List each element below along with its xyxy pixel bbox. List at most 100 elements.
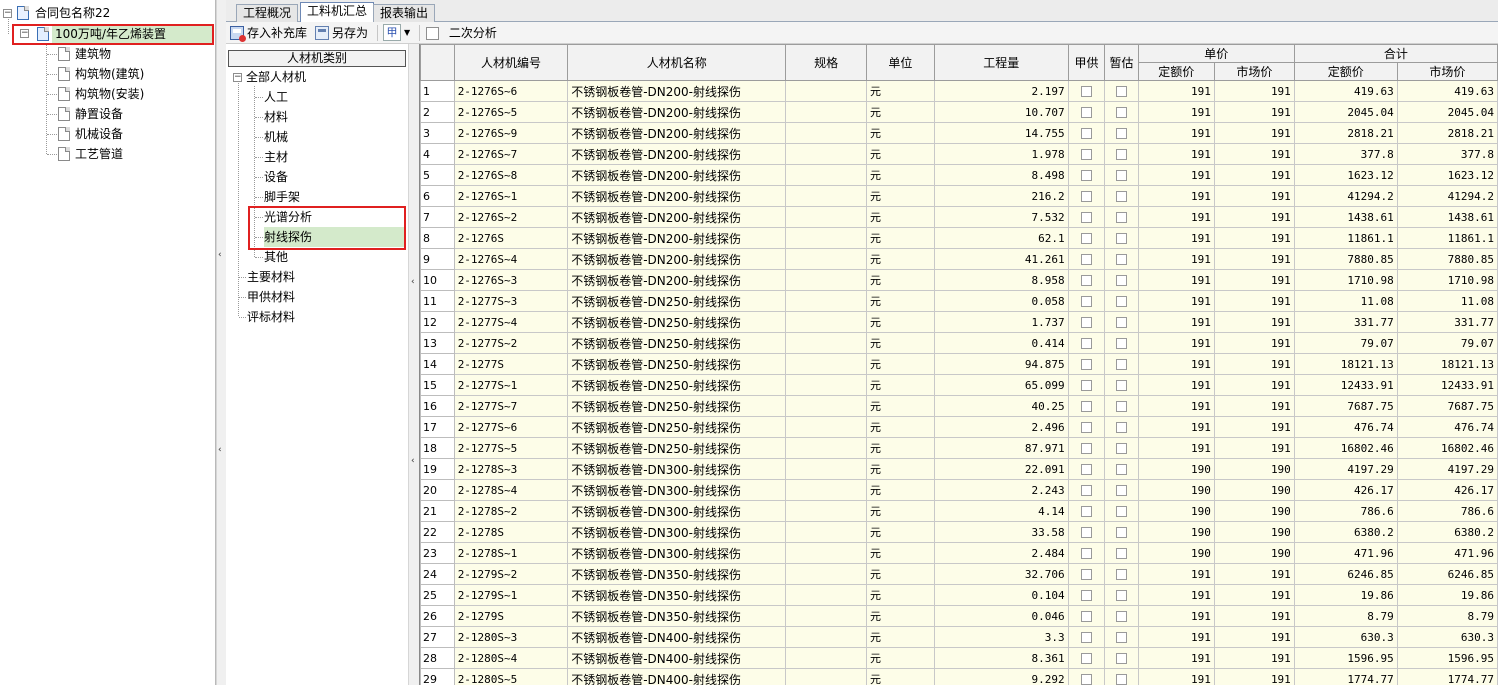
unit-quota-price-cell[interactable]: 191 — [1137, 248, 1215, 270]
total-market-price-cell[interactable]: 16802.46 — [1396, 437, 1498, 459]
unit-quota-price-cell[interactable]: 191 — [1137, 563, 1215, 585]
total-quota-price-cell[interactable]: 786.6 — [1293, 500, 1398, 522]
provisional-cell[interactable] — [1104, 143, 1139, 165]
provisional-checkbox[interactable] — [1116, 212, 1128, 223]
row-number-cell[interactable]: 15 — [420, 374, 455, 396]
total-market-price-cell[interactable]: 1596.95 — [1396, 647, 1498, 669]
middle-splitter[interactable]: ‹ ‹ — [408, 44, 419, 685]
col-header-owner-supply[interactable]: 甲供 — [1067, 44, 1106, 81]
total-market-price-cell[interactable]: 6380.2 — [1396, 521, 1498, 543]
total-quota-price-cell[interactable]: 377.8 — [1293, 143, 1398, 165]
column-layout-button[interactable]: 甲 — [383, 24, 401, 41]
row-number-cell[interactable]: 27 — [420, 626, 455, 648]
row-number-cell[interactable]: 7 — [420, 206, 455, 228]
provisional-checkbox[interactable] — [1116, 296, 1128, 307]
unit-quota-price-cell[interactable]: 191 — [1137, 164, 1215, 186]
spec-cell[interactable] — [785, 437, 867, 459]
code-cell[interactable]: 2-1277S — [453, 353, 569, 375]
table-row[interactable]: 27 2-1280S~3 不锈钢板卷管-DN400-射线探伤元 3.3 191 191 63… — [420, 626, 1498, 648]
provisional-checkbox[interactable] — [1116, 443, 1128, 454]
unit-market-price-cell[interactable]: 191 — [1213, 122, 1295, 144]
owner-supply-checkbox[interactable] — [1081, 212, 1092, 223]
row-number-cell[interactable]: 18 — [420, 437, 455, 459]
total-quota-price-cell[interactable]: 7880.85 — [1293, 248, 1398, 270]
unit-market-price-cell[interactable]: 190 — [1213, 500, 1295, 522]
name-cell[interactable]: 不锈钢板卷管-DN200-射线探伤 — [567, 248, 787, 270]
owner-supply-cell[interactable] — [1067, 647, 1106, 669]
unit-quota-price-cell[interactable]: 191 — [1137, 395, 1215, 417]
owner-supply-cell[interactable] — [1067, 122, 1106, 144]
row-number-cell[interactable]: 12 — [420, 311, 455, 333]
unit-cell[interactable]: 元 — [865, 374, 935, 396]
row-number-cell[interactable]: 5 — [420, 164, 455, 186]
row-number-cell[interactable]: 21 — [420, 500, 455, 522]
provisional-cell[interactable] — [1104, 80, 1139, 102]
spec-cell[interactable] — [785, 479, 867, 501]
row-number-cell[interactable]: 9 — [420, 248, 455, 270]
unit-market-price-cell[interactable]: 191 — [1213, 374, 1295, 396]
provisional-checkbox[interactable] — [1116, 149, 1128, 160]
provisional-checkbox[interactable] — [1116, 464, 1128, 475]
unit-market-price-cell[interactable]: 190 — [1213, 479, 1295, 501]
provisional-cell[interactable] — [1104, 353, 1139, 375]
unit-market-price-cell[interactable]: 191 — [1213, 227, 1295, 249]
owner-supply-checkbox[interactable] — [1081, 632, 1092, 643]
secondary-analysis-toggle[interactable]: 二次分析 — [426, 24, 497, 42]
owner-supply-cell[interactable] — [1067, 164, 1106, 186]
column-layout-dropdown-icon[interactable]: ▼ — [404, 24, 410, 42]
provisional-checkbox[interactable] — [1116, 359, 1128, 370]
name-cell[interactable]: 不锈钢板卷管-DN200-射线探伤 — [567, 164, 787, 186]
code-cell[interactable]: 2-1276S~7 — [453, 143, 569, 165]
total-market-price-cell[interactable]: 377.8 — [1396, 143, 1498, 165]
owner-supply-checkbox[interactable] — [1081, 359, 1092, 370]
table-row[interactable]: 13 2-1277S~2 不锈钢板卷管-DN250-射线探伤 元 0.414 191 191… — [420, 332, 1498, 354]
col-header-provisional[interactable]: 暂估 — [1104, 44, 1139, 81]
category-item[interactable]: 主材 — [264, 147, 288, 167]
unit-cell[interactable]: 元 — [865, 80, 935, 102]
total-market-price-cell[interactable]: 7880.85 — [1396, 248, 1498, 270]
unit-cell[interactable]: 元 — [865, 122, 935, 144]
table-row[interactable]: 3 2-1276S~9 不锈钢板卷管-DN200-射线探伤 元 14.755 191 191… — [420, 122, 1498, 144]
provisional-cell[interactable] — [1104, 479, 1139, 501]
category-item[interactable]: 光谱分析 — [264, 207, 312, 227]
unit-quota-price-cell[interactable]: 191 — [1137, 143, 1215, 165]
unit-market-price-cell[interactable]: 191 — [1213, 437, 1295, 459]
owner-supply-cell[interactable] — [1067, 500, 1106, 522]
row-number-cell[interactable]: 19 — [420, 458, 455, 480]
collapse-left-arrow-icon[interactable]: ‹ — [218, 250, 222, 260]
unit-market-price-cell[interactable]: 191 — [1213, 647, 1295, 669]
collapse-root-toggle[interactable]: − — [3, 9, 12, 18]
total-quota-price-cell[interactable]: 6380.2 — [1293, 521, 1398, 543]
category-item[interactable]: 设备 — [264, 167, 288, 187]
unit-market-price-cell[interactable]: 191 — [1213, 395, 1295, 417]
provisional-cell[interactable] — [1104, 290, 1139, 312]
total-market-price-cell[interactable]: 2818.21 — [1396, 122, 1498, 144]
owner-supply-checkbox[interactable] — [1081, 296, 1092, 307]
provisional-checkbox[interactable] — [1116, 548, 1128, 559]
code-cell[interactable]: 2-1278S~4 — [453, 479, 569, 501]
provisional-cell[interactable] — [1104, 269, 1139, 291]
spec-cell[interactable] — [785, 395, 867, 417]
spec-cell[interactable] — [785, 122, 867, 144]
unit-cell[interactable]: 元 — [865, 227, 935, 249]
unit-market-price-cell[interactable]: 191 — [1213, 605, 1295, 627]
unit-cell[interactable]: 元 — [865, 164, 935, 186]
unit-cell[interactable]: 元 — [865, 437, 935, 459]
total-market-price-cell[interactable]: 4197.29 — [1396, 458, 1498, 480]
quantity-cell[interactable]: 8.958 — [933, 269, 1069, 291]
owner-supply-checkbox[interactable] — [1081, 233, 1092, 244]
spec-cell[interactable] — [785, 290, 867, 312]
total-market-price-cell[interactable]: 426.17 — [1396, 479, 1498, 501]
name-cell[interactable]: 不锈钢板卷管-DN400-射线探伤 — [567, 668, 787, 685]
row-number-cell[interactable]: 6 — [420, 185, 455, 207]
quantity-cell[interactable]: 8.498 — [933, 164, 1069, 186]
category-item[interactable]: 脚手架 — [264, 187, 300, 207]
name-cell[interactable]: 不锈钢板卷管-DN250-射线探伤 — [567, 395, 787, 417]
provisional-cell[interactable] — [1104, 563, 1139, 585]
owner-supply-checkbox[interactable] — [1081, 464, 1092, 475]
col-header-total-quota-price[interactable]: 定额价 — [1293, 62, 1398, 81]
code-cell[interactable]: 2-1277S~6 — [453, 416, 569, 438]
unit-quota-price-cell[interactable]: 191 — [1137, 626, 1215, 648]
save-as-button[interactable]: 另存为 — [315, 24, 368, 42]
spec-cell[interactable] — [785, 563, 867, 585]
